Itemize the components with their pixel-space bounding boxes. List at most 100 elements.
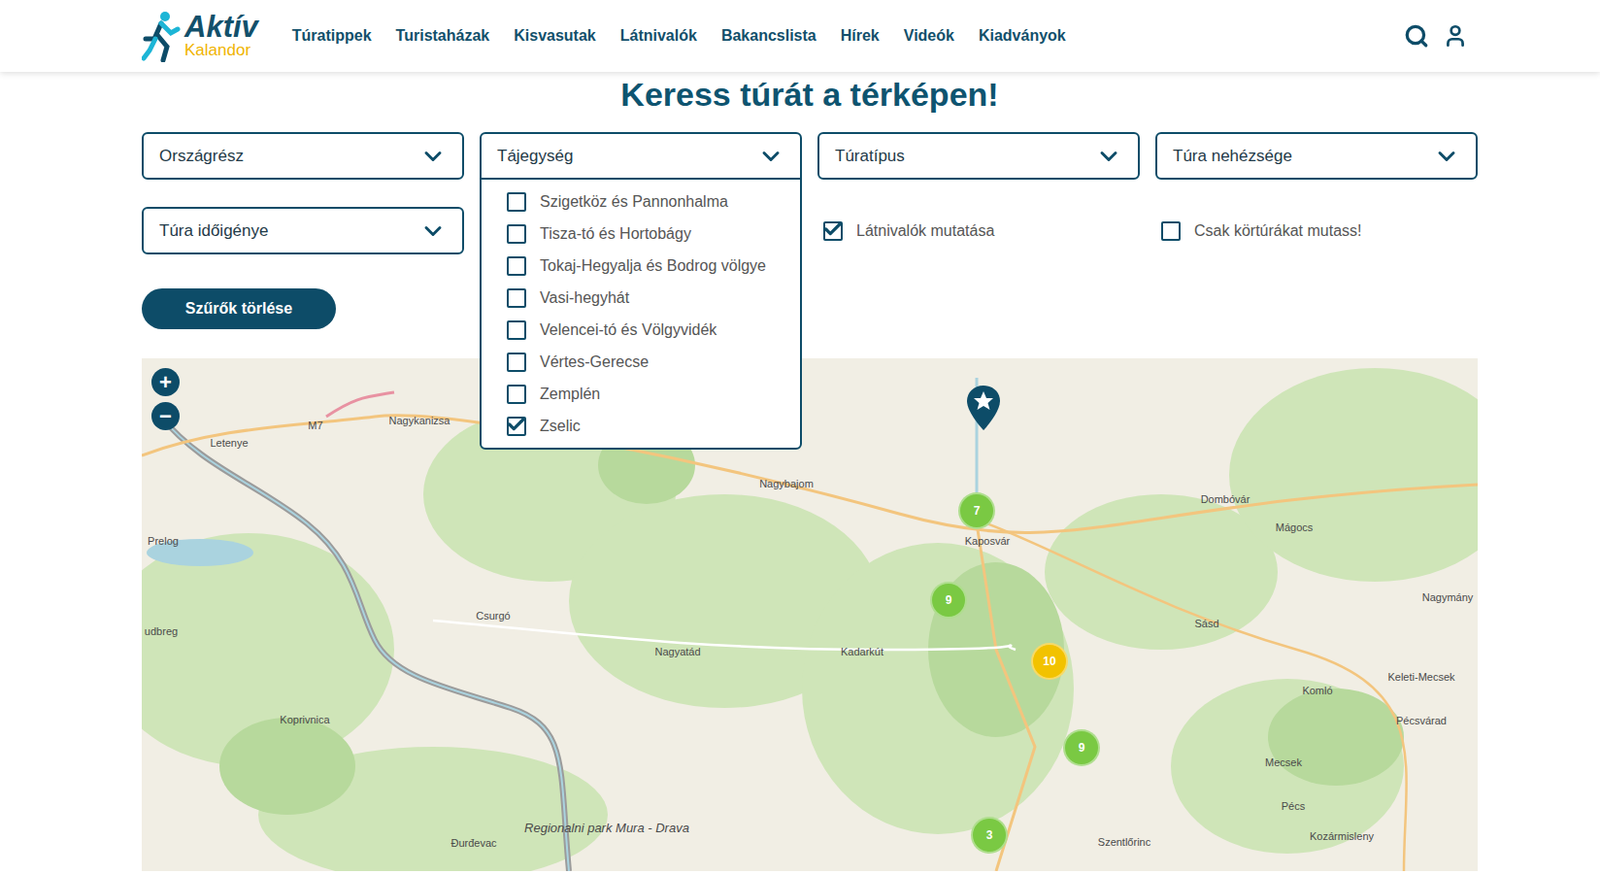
map-label: Prelog bbox=[147, 533, 179, 550]
user-icon[interactable] bbox=[1442, 23, 1468, 49]
zoom-in-button[interactable]: + bbox=[151, 367, 180, 397]
region-checkbox[interactable] bbox=[506, 224, 527, 244]
header: AktívKalandor Túratippek Turistaházak Kisva… bbox=[0, 0, 1600, 72]
star-pin-icon[interactable] bbox=[966, 385, 1000, 431]
map-label: Nagybajom bbox=[759, 475, 814, 493]
region-checkbox[interactable] bbox=[506, 256, 527, 276]
region-option[interactable]: Tisza-tó és Hortobágy bbox=[481, 217, 800, 250]
region-option[interactable]: Tokaj-Hegyalja és Bodrog völgye bbox=[481, 249, 800, 282]
filters: OrszágrészTájegységSzigetköz és Pannonha… bbox=[141, 132, 1478, 255]
toggle-label: Csak körtúrákat mutass! bbox=[1194, 219, 1363, 243]
region-option[interactable]: Velencei-tó és Völgyvidék bbox=[481, 313, 800, 346]
dropdown-label: Országrész bbox=[159, 143, 244, 169]
map-label: udbreg bbox=[144, 623, 178, 640]
nav-item[interactable]: Kisvasutak bbox=[513, 24, 597, 48]
map-cluster[interactable]: 10 bbox=[1031, 642, 1068, 680]
map-cluster[interactable]: 9 bbox=[930, 581, 967, 619]
map-label: Szentlőrinc bbox=[1098, 833, 1151, 851]
page-title: Keress túrát a térképen! bbox=[141, 74, 1478, 114]
region-list: Szigetköz és Pannonhalma Tisza-tó és Hort… bbox=[479, 177, 802, 450]
region-label: Zselic bbox=[539, 414, 581, 438]
clear-filters-button[interactable]: Szűrők törlése bbox=[141, 288, 336, 330]
nav-item[interactable]: Kiadványok bbox=[978, 24, 1067, 48]
map-label: Letenye bbox=[209, 434, 248, 452]
region-label: Vértes-Gerecse bbox=[539, 350, 649, 374]
filter-dropdown: Országrész bbox=[141, 132, 465, 180]
chevron-down-icon bbox=[1433, 142, 1461, 170]
map-label: Nagymány bbox=[1422, 589, 1474, 606]
map-label: Nagykanizsa bbox=[389, 412, 451, 430]
map-label: Pécsvárad bbox=[1396, 712, 1447, 730]
region-checkbox[interactable] bbox=[506, 352, 527, 372]
dropdown-button[interactable]: Országrész bbox=[141, 132, 465, 180]
region-option[interactable]: Szigetköz és Pannonhalma bbox=[481, 185, 800, 218]
map-label: Csurgó bbox=[475, 607, 510, 625]
region-checkbox[interactable] bbox=[506, 288, 527, 308]
check-icon bbox=[822, 218, 844, 240]
map-label: Sásd bbox=[1194, 615, 1219, 633]
filter-dropdown: Túratípus bbox=[817, 132, 1140, 180]
logo[interactable]: AktívKalandor bbox=[141, 9, 259, 63]
region-option[interactable]: Vértes-Gerecse bbox=[481, 345, 800, 378]
nav-item[interactable]: Videók bbox=[903, 24, 955, 48]
toggle-label: Látnivalók mutatása bbox=[856, 219, 995, 243]
region-option[interactable]: Vasi-hegyhát bbox=[481, 281, 800, 314]
nav-item[interactable]: Túratippek bbox=[292, 24, 372, 48]
map-label: Đurđevac bbox=[450, 834, 497, 852]
nav-item[interactable]: Bakancslista bbox=[721, 24, 817, 48]
region-label: Tokaj-Hegyalja és Bodrog völgye bbox=[539, 254, 767, 278]
region-label: Vasi-hegyhát bbox=[539, 286, 630, 310]
map-label: Koprivnica bbox=[279, 711, 330, 729]
map-label: Mágocs bbox=[1275, 519, 1314, 536]
region-label: Tisza-tó és Hortobágy bbox=[539, 222, 692, 246]
chevron-down-icon bbox=[757, 142, 785, 170]
map-label: Mecsek bbox=[1265, 754, 1302, 771]
nav-item[interactable]: Látnivalók bbox=[620, 24, 698, 48]
region-label: Zemplén bbox=[539, 382, 600, 406]
page: AktívKalandor Túratippek Turistaházak Kisva… bbox=[0, 0, 1600, 874]
toggle-option[interactable]: Csak körtúrákat mutass! bbox=[1155, 206, 1478, 255]
check-icon bbox=[505, 413, 528, 435]
dropdown-button[interactable]: Túra időigénye bbox=[141, 206, 465, 255]
map-label: Kaposvár bbox=[965, 533, 1010, 550]
region-checkbox[interactable] bbox=[506, 384, 527, 404]
filter-dropdown: TájegységSzigetköz és PannonhalmaTisza-t… bbox=[479, 132, 802, 180]
region-label: Szigetköz és Pannonhalma bbox=[539, 190, 729, 214]
search-icon[interactable] bbox=[1403, 23, 1430, 49]
toggle-checkbox[interactable] bbox=[1161, 221, 1181, 241]
toggle-option[interactable]: Látnivalók mutatása bbox=[817, 206, 1140, 255]
main-nav: Túratippek Turistaházak Kisvasutak Látnival… bbox=[292, 24, 1067, 48]
zoom-out-button[interactable]: − bbox=[151, 401, 180, 431]
toggle-checkbox[interactable] bbox=[823, 221, 843, 241]
region-label: Velencei-tó és Völgyvidék bbox=[539, 318, 717, 342]
map-label: Pécs bbox=[1281, 798, 1305, 815]
dropdown-label: Tájegység bbox=[497, 143, 573, 169]
nav-item[interactable]: Hírek bbox=[840, 24, 880, 48]
map-tiles bbox=[141, 358, 1478, 871]
map-cluster[interactable]: 3 bbox=[970, 816, 1008, 854]
map-label: Regionalni park Mura - Drava bbox=[524, 818, 690, 838]
filter-dropdown: Túra időigénye bbox=[141, 206, 465, 255]
dropdown-button[interactable]: Túratípus bbox=[817, 132, 1140, 180]
hiker-logo-icon bbox=[141, 9, 181, 63]
region-checkbox[interactable] bbox=[506, 320, 527, 340]
map-cluster[interactable]: 9 bbox=[1063, 729, 1100, 767]
dropdown-button[interactable]: Túra nehézsége bbox=[1155, 132, 1478, 180]
map-label: Keleti-Mecsek bbox=[1387, 668, 1455, 686]
map-label: M7 bbox=[307, 417, 323, 434]
filter-dropdown: Túra nehézsége bbox=[1155, 132, 1478, 180]
dropdown-label: Túra időigénye bbox=[159, 218, 268, 244]
map[interactable]: Nagykanizsa Letenye Prelog udbreg Csurgó Kopr… bbox=[141, 358, 1478, 871]
chevron-down-icon bbox=[1095, 142, 1123, 170]
logo-name: Aktív bbox=[184, 12, 259, 42]
region-checkbox[interactable] bbox=[506, 192, 527, 212]
dropdown-label: Túratípus bbox=[834, 143, 905, 169]
dropdown-button[interactable]: Tájegység bbox=[479, 132, 802, 180]
map-cluster[interactable]: 7 bbox=[958, 492, 996, 530]
region-checkbox[interactable] bbox=[506, 416, 527, 436]
map-label: Kozármisleny bbox=[1309, 828, 1374, 845]
region-option[interactable]: Zemplén bbox=[481, 377, 800, 410]
nav-item[interactable]: Turistaházak bbox=[396, 24, 491, 48]
region-option[interactable]: Zselic bbox=[481, 409, 800, 442]
chevron-down-icon bbox=[419, 142, 447, 170]
